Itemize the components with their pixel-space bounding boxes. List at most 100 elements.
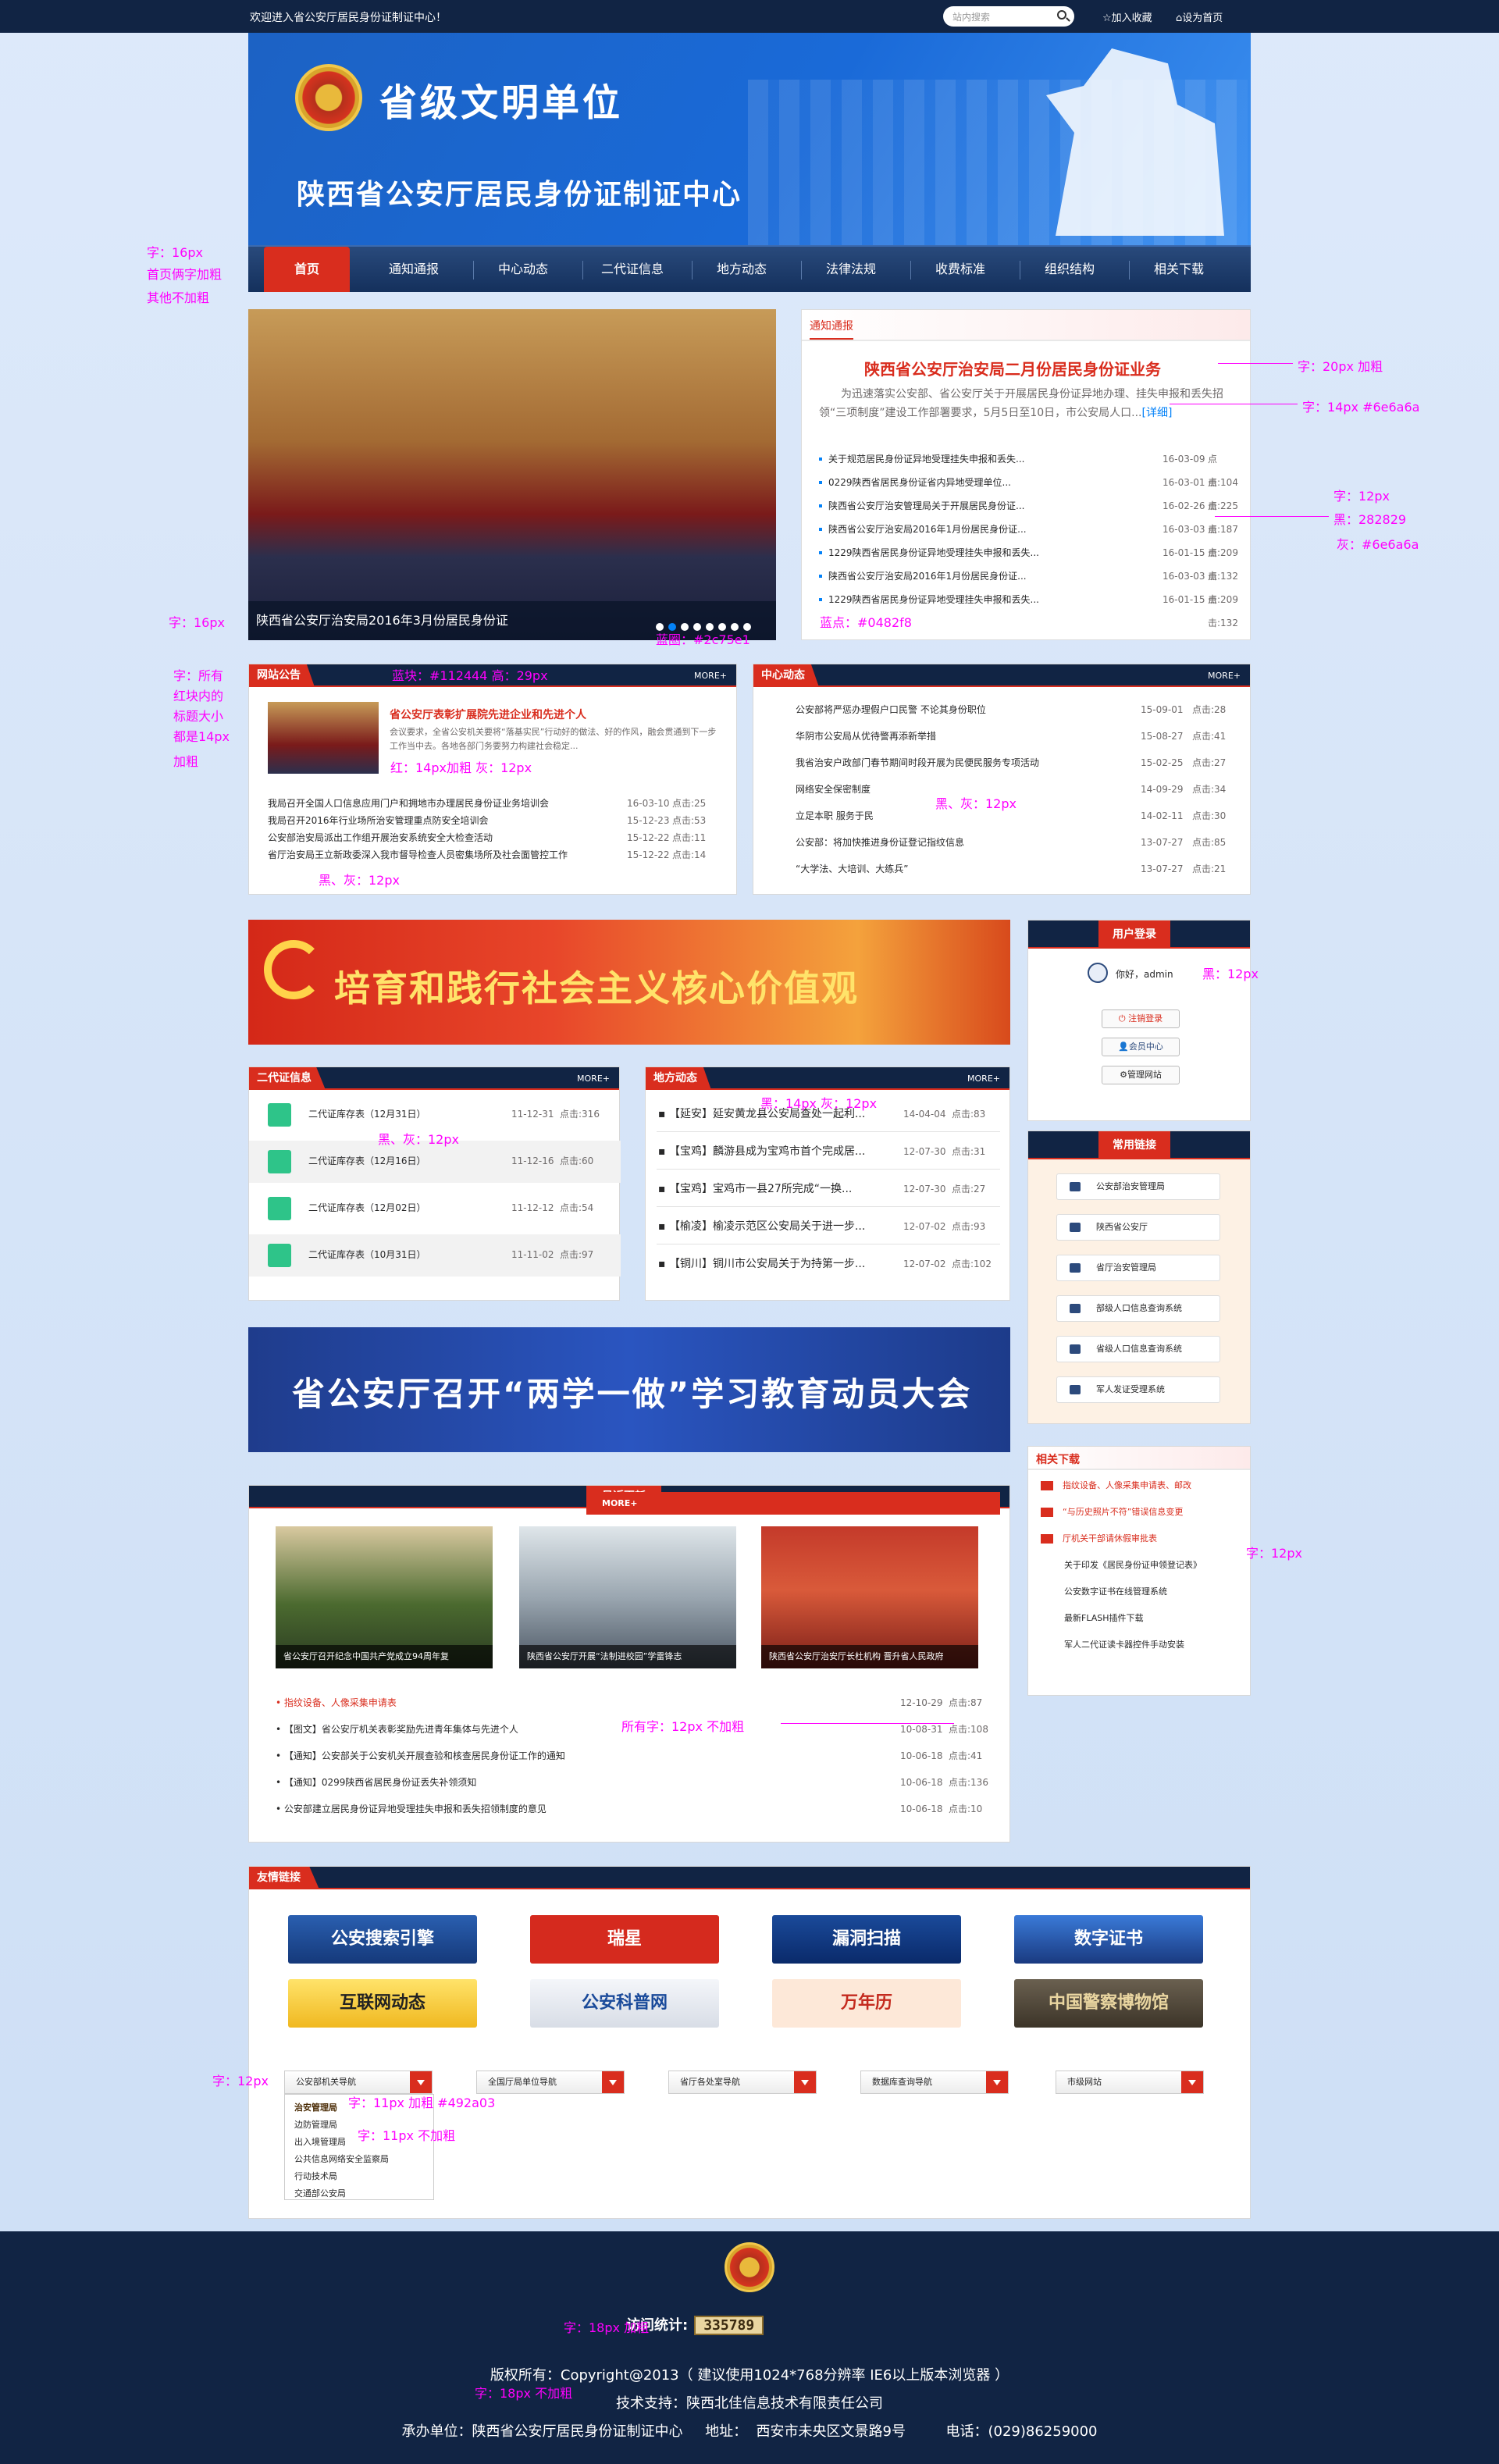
item-title[interactable]: 0229陕西省居民身份证省内异地受理单位... bbox=[828, 477, 1011, 488]
chevron-down-icon[interactable] bbox=[1181, 2071, 1203, 2093]
more-link[interactable]: MORE+ bbox=[586, 1492, 1000, 1515]
link-button[interactable]: 公安部治安管理局 bbox=[1056, 1173, 1220, 1200]
link-button[interactable]: 军人发证受理系统 bbox=[1056, 1376, 1220, 1403]
list-item-title[interactable]: 我省治安户政部门春节期间时段开展为民便民服务专项活动 bbox=[796, 757, 1123, 769]
dropdown-option[interactable]: 行动技术局 bbox=[294, 2168, 424, 2185]
download-item[interactable]: 军人二代证读卡器控件手动安装 bbox=[1064, 1639, 1184, 1651]
list-item-title[interactable]: • 【通知】公安部关于公安机关开展查验和核查居民身份证工作的通知 bbox=[276, 1750, 565, 1762]
chevron-down-icon[interactable] bbox=[410, 2071, 432, 2093]
download-item[interactable]: “与历史照片不符”错误信息变更 bbox=[1063, 1506, 1183, 1519]
list-item-title[interactable]: • 【通知】0299陕西省居民身份证丢失补领须知 bbox=[276, 1776, 476, 1789]
nav-select[interactable]: 市级网站 bbox=[1056, 2071, 1204, 2094]
list-item-title[interactable]: ▪ 【铜川】铜川市公安局关于为持第一步... bbox=[658, 1258, 865, 1270]
add-favorite-link[interactable]: ☆加入收藏 bbox=[1102, 9, 1152, 24]
notice-detail-link[interactable]: [详细] bbox=[1141, 407, 1172, 419]
download-item[interactable]: 厅机关干部请休假审批表 bbox=[1063, 1533, 1157, 1545]
nav-item[interactable]: 地方动态 bbox=[695, 247, 789, 292]
dropdown-option[interactable]: 公共信息网络安全监察局 bbox=[294, 2151, 424, 2168]
nav-item[interactable]: 二代证信息 bbox=[586, 247, 679, 292]
chevron-down-icon[interactable] bbox=[986, 2071, 1008, 2093]
notice-tab[interactable]: 通知通报 bbox=[810, 318, 853, 340]
friend-logo[interactable]: 公安搜索引擎 bbox=[288, 1915, 477, 1964]
list-item-title[interactable]: 二代证库存表（12月31日） bbox=[308, 1108, 426, 1120]
more-link[interactable]: MORE+ bbox=[694, 671, 727, 681]
friend-logo[interactable]: 互联网动态 bbox=[288, 1979, 477, 2028]
friend-logo[interactable]: 瑞星 bbox=[530, 1915, 719, 1964]
link-button[interactable]: 省级人口信息查询系统 bbox=[1056, 1336, 1220, 1362]
notice-item[interactable]: 1229陕西省居民身份证异地受理挂失申报和丢失... 16-01-15 点击:132 bbox=[819, 588, 1238, 628]
announce-thumbnail[interactable] bbox=[268, 702, 379, 774]
more-link[interactable]: MORE+ bbox=[577, 1074, 610, 1084]
nav-select[interactable]: 省厅各处室导航 bbox=[668, 2071, 817, 2094]
chevron-down-icon[interactable] bbox=[794, 2071, 816, 2093]
item-title[interactable]: 陕西省公安厅治安管理局关于开展居民身份证... bbox=[828, 500, 1024, 511]
chevron-down-icon[interactable] bbox=[602, 2071, 624, 2093]
list-item-title[interactable]: 二代证库存表（12月02日） bbox=[308, 1202, 426, 1214]
list-item-title[interactable]: 华阴市公安局从优待警再添新举措 bbox=[796, 730, 1123, 742]
list-item-title[interactable]: ▪ 【榆凌】榆凌示范区公安局关于进一步... bbox=[658, 1220, 865, 1233]
download-item[interactable]: 关于印发《居民身份证申领登记表》 bbox=[1064, 1559, 1202, 1572]
notice-item[interactable]: 1229陕西省居民身份证异地受理挂失申报和丢失... 16-01-15 点击:132 bbox=[819, 541, 1238, 582]
member-center-button[interactable]: 👤会员中心 bbox=[1102, 1038, 1180, 1056]
nav-select[interactable]: 公安部机关导航 bbox=[284, 2071, 433, 2094]
link-button[interactable]: 部级人口信息查询系统 bbox=[1056, 1295, 1220, 1322]
list-item-title[interactable]: 二代证库存表（10月31日） bbox=[308, 1248, 426, 1261]
list-item-title[interactable]: • 【图文】省公安厅机关表彰奖励先进青年集体与先进个人 bbox=[276, 1723, 518, 1736]
nav-item[interactable]: 组织结构 bbox=[1023, 247, 1116, 292]
recent-thumbnail[interactable]: 陕西省公安厅开展“法制进校园”学雷锋志 bbox=[519, 1526, 736, 1668]
friend-logo[interactable]: 中国警察博物馆 bbox=[1014, 1979, 1203, 2028]
notice-item[interactable]: 关于规范居民身份证异地受理挂失申报和丢失... 16-03-09 点击:104 bbox=[819, 447, 1238, 488]
list-item-title[interactable]: “大学法、大培训、大练兵” bbox=[796, 863, 1123, 875]
nav-item[interactable]: 中心动态 bbox=[476, 247, 570, 292]
list-item-title[interactable]: ▪ 【宝鸡】宝鸡市一县27所完成“一换... bbox=[658, 1183, 852, 1195]
download-item[interactable]: 最新FLASH插件下载 bbox=[1064, 1612, 1144, 1625]
list-item-title[interactable]: ▪ 【宝鸡】麟游县成为宝鸡市首个完成居... bbox=[658, 1145, 865, 1158]
nav-item[interactable]: 首页 bbox=[264, 247, 350, 292]
nav-item[interactable]: 相关下载 bbox=[1132, 247, 1226, 292]
download-item[interactable]: 指纹设备、人像采集申请表、邮改 bbox=[1063, 1479, 1191, 1492]
friend-logo[interactable]: 万年历 bbox=[772, 1979, 961, 2028]
list-item-title[interactable]: • 指纹设备、人像采集申请表 bbox=[276, 1697, 397, 1709]
notice-item[interactable]: 0229陕西省居民身份证省内异地受理单位... 16-03-01 点击:225 bbox=[819, 471, 1238, 511]
set-homepage-link[interactable]: ⌂设为首页 bbox=[1176, 9, 1223, 24]
nav-item[interactable]: 法律法规 bbox=[804, 247, 898, 292]
list-item-title[interactable]: 公安部将严惩办理假户口民警 不论其身份职位 bbox=[796, 703, 1123, 716]
slideshow[interactable]: 陕西省公安厅治安局2016年3月份居民身份证 bbox=[248, 309, 776, 640]
notice-item[interactable]: 陕西省公安厅治安管理局关于开展居民身份证... 16-02-26 点击:187 bbox=[819, 494, 1238, 535]
list-item-title[interactable]: 公安部：将加快推进身份证登记指纹信息 bbox=[796, 836, 1123, 849]
list-item-title[interactable]: 我局召开全国人口信息应用门户和拥地市办理居民身份证业务培训会 bbox=[268, 797, 619, 810]
list-item-title[interactable]: 我局召开2016年行业场所治安管理重点防安全培训会 bbox=[268, 814, 619, 827]
recent-thumbnail[interactable]: 省公安厅召开纪念中国共产党成立94周年复 bbox=[276, 1526, 493, 1668]
core-values-banner[interactable]: 培育和践行社会主义核心价值观 bbox=[248, 920, 1010, 1045]
nav-select[interactable]: 数据库查询导航 bbox=[860, 2071, 1009, 2094]
link-button[interactable]: 陕西省公安厅 bbox=[1056, 1214, 1220, 1241]
item-title[interactable]: 1229陕西省居民身份证异地受理挂失申报和丢失... bbox=[828, 594, 1039, 605]
nav-item[interactable]: 收费标准 bbox=[913, 247, 1007, 292]
search-input[interactable]: 站内搜索 bbox=[943, 6, 1074, 27]
item-title[interactable]: 关于规范居民身份证异地受理挂失申报和丢失... bbox=[828, 454, 1024, 465]
item-title[interactable]: 陕西省公安厅治安局2016年1月份居民身份证... bbox=[828, 524, 1027, 535]
announce-feature-title[interactable]: 省公安厅表彰扩展院先进企业和先进个人 bbox=[390, 707, 586, 722]
recent-thumbnail[interactable]: 陕西省公安厅治安厅长杜机构 晋升省人民政府 bbox=[761, 1526, 978, 1668]
logout-button[interactable]: ⏻ 注销登录 bbox=[1102, 1009, 1180, 1028]
item-title[interactable]: 1229陕西省居民身份证异地受理挂失申报和丢失... bbox=[828, 547, 1039, 558]
notice-item[interactable]: 陕西省公安厅治安局2016年1月份居民身份证... 16-03-03 点击:209 bbox=[819, 518, 1238, 558]
link-button[interactable]: 省厅治安管理局 bbox=[1056, 1255, 1220, 1281]
more-link[interactable]: MORE+ bbox=[1208, 671, 1241, 681]
list-item-title[interactable]: 省厅治安局王立新政委深入我市督导检查人员密集场所及社会面管控工作 bbox=[268, 849, 619, 861]
search-icon[interactable] bbox=[1057, 10, 1066, 20]
friend-logo[interactable]: 公安科普网 bbox=[530, 1979, 719, 2028]
download-item[interactable]: 公安数字证书在线管理系统 bbox=[1064, 1586, 1167, 1598]
more-link[interactable]: MORE+ bbox=[967, 1074, 1000, 1084]
nav-item[interactable]: 通知通报 bbox=[367, 247, 461, 292]
item-title[interactable]: 陕西省公安厅治安局2016年1月份居民身份证... bbox=[828, 571, 1027, 582]
list-item-title[interactable]: • 公安部建立居民身份证异地受理挂失申报和丢失招领制度的意见 bbox=[276, 1803, 547, 1815]
list-item-title[interactable]: 二代证库存表（12月16日） bbox=[308, 1155, 426, 1167]
friend-logo[interactable]: 数字证书 bbox=[1014, 1915, 1203, 1964]
notice-item[interactable]: 陕西省公安厅治安局2016年1月份居民身份证... 16-03-03 点击:209 bbox=[819, 564, 1238, 605]
dropdown-option[interactable]: 交通部公安局 bbox=[294, 2185, 424, 2202]
list-item-title[interactable]: 公安部治安局派出工作组开展治安系统安全大检查活动 bbox=[268, 831, 619, 844]
nav-select[interactable]: 全国厅局单位导航 bbox=[476, 2071, 625, 2094]
manage-site-button[interactable]: ⚙管理网站 bbox=[1102, 1066, 1180, 1084]
two-studies-banner[interactable]: 省公安厅召开“两学一做”学习教育动员大会 bbox=[248, 1327, 1010, 1452]
